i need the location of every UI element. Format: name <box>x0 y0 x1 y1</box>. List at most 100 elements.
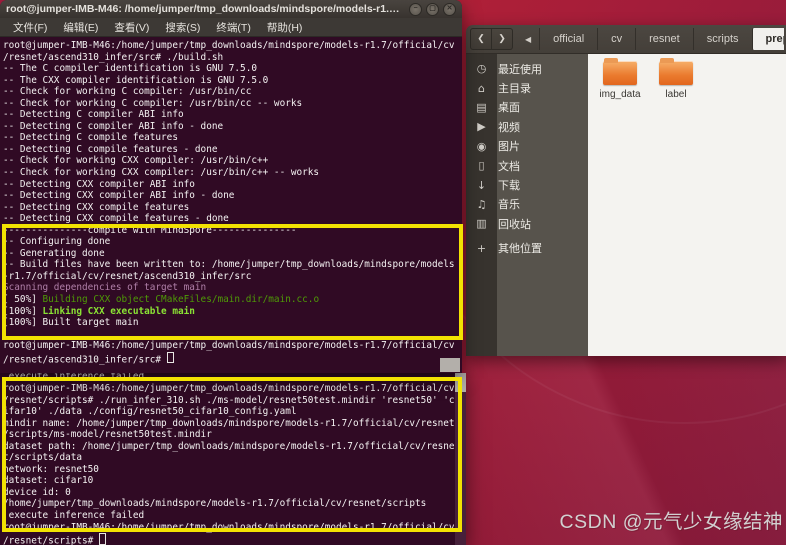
terminal-menubar: 文件(F) 编辑(E) 查看(V) 搜索(S) 终端(T) 帮助(H) <box>0 18 462 37</box>
sidebar-item-label: 文档 <box>498 160 520 173</box>
terminal-line: t/scripts/data <box>3 452 83 464</box>
maximize-button[interactable]: ▢ <box>426 2 439 16</box>
breadcrumb-item-resnet[interactable]: resnet <box>635 28 693 50</box>
sidebar-item-label: 回收站 <box>498 218 531 231</box>
scrollbar-thumb[interactable] <box>455 373 466 392</box>
breadcrumb-item-active[interactable]: preprocess_Result <box>751 28 784 50</box>
terminal-line: dataset: cifar10 <box>3 475 94 487</box>
terminal-line: root@jumper-IMB-M46:/home/jumper/tmp_dow… <box>3 40 455 51</box>
terminal-line: dataset path: /home/jumper/tmp_downloads… <box>3 440 455 452</box>
minimize-button[interactable]: − <box>409 2 422 16</box>
forward-button[interactable]: ❯ <box>492 28 513 50</box>
menu-item[interactable]: 终端(T) <box>209 19 257 36</box>
terminal-line: network: resnet50 <box>3 463 99 475</box>
terminal-line: /resnet/scripts# <box>3 533 455 545</box>
terminal-line: -- Build files have been written to: /ho… <box>3 259 455 271</box>
terminal-screen-bottom[interactable]: execute inference failed root@jumper-IMB-… <box>0 373 455 545</box>
terminal-line: Scanning dependencies of target main <box>3 282 207 294</box>
menu-item[interactable]: 搜索(S) <box>158 19 207 36</box>
videos-icon: ▶ <box>477 120 486 134</box>
sidebar-item-trash[interactable]: ▥ 回收站 <box>466 214 588 233</box>
terminal-line: root@jumper-IMB-M46:/home/jumper/tmp_dow… <box>3 521 455 533</box>
sidebar-item-other-locations[interactable]: + 其他位置 <box>466 239 588 258</box>
terminal-line: /home/jumper/tmp_downloads/mindspore/mod… <box>3 498 427 510</box>
sidebar-item-label: 视频 <box>498 121 520 134</box>
terminal-titlebar[interactable]: root@jumper-IMB-M46: /home/jumper/tmp_do… <box>0 0 462 18</box>
window-buttons: − ▢ ✕ <box>409 2 456 16</box>
menu-item[interactable]: 编辑(E) <box>56 19 105 36</box>
scrollbar-track[interactable] <box>455 373 466 545</box>
terminal-line: -- The C compiler identification is GNU … <box>3 63 257 75</box>
breadcrumb: officialcvresnetscriptspreprocess_Result <box>539 28 784 50</box>
sidebar-item-label: 主目录 <box>498 83 531 96</box>
terminal-line: -- Detecting CXX compile features - done <box>3 213 229 225</box>
terminal-line: [ 50%] Building CXX object CMakeFiles/ma… <box>3 294 320 306</box>
terminal-window-top[interactable]: root@jumper-IMB-M46: /home/jumper/tmp_do… <box>0 0 462 373</box>
terminal-line: -- Detecting CXX compiler ABI info - don… <box>3 190 235 202</box>
terminal-cursor <box>98 533 107 545</box>
breadcrumb-item-scripts[interactable]: scripts <box>692 28 752 50</box>
terminal-line: /resnet/ascend310_infer/src# <box>3 351 462 365</box>
pictures-icon: ◉ <box>476 139 487 153</box>
folder-icon <box>603 58 637 85</box>
recent-icon: ◷ <box>476 62 487 76</box>
sidebar-item-home[interactable]: ⌂ 主目录 <box>466 78 588 97</box>
sidebar-item-videos[interactable]: ▶ 视频 <box>466 117 588 136</box>
terminal-line: -- Detecting CXX compile features <box>3 201 190 213</box>
terminal-line: -- Detecting CXX compiler ABI info <box>3 178 195 190</box>
sidebar-item-desktop[interactable]: ▤ 桌面 <box>466 98 588 117</box>
breadcrumb-overflow-icon[interactable]: ◀ <box>525 35 531 44</box>
trash-icon: ▥ <box>476 217 487 231</box>
file-list-area[interactable]: img_data label <box>588 54 786 356</box>
folder-label[interactable]: label <box>648 58 704 100</box>
close-button[interactable]: ✕ <box>443 2 456 16</box>
sidebar-item-label: 音乐 <box>498 199 520 212</box>
terminal-window-bottom[interactable]: execute inference failed root@jumper-IMB-… <box>0 373 466 545</box>
scrollbar-thumb[interactable] <box>440 358 460 372</box>
terminal-line: /resnet/ascend310_infer/src# ./build.sh <box>3 51 224 63</box>
sidebar-item-label: 最近使用 <box>498 63 542 76</box>
terminal-cursor <box>166 351 175 364</box>
file-manager-toolbar: ❮ ❯ ◀ officialcvresnetscriptspreprocess_… <box>466 25 786 54</box>
menu-item[interactable]: 文件(F) <box>6 19 54 36</box>
documents-icon: ▯ <box>478 159 485 173</box>
sidebar-item-label: 桌面 <box>498 102 520 115</box>
folder-img_data[interactable]: img_data <box>592 58 648 100</box>
file-manager-sidebar: ◷ 最近使用 ⌂ 主目录 ▤ 桌面 ▶ 视频 ◉ 图片 ▯ 文档 ↓ 下载 ♫ 音乐 ▥ 回收站 + 其他位置 <box>466 54 588 356</box>
sidebar-item-pictures[interactable]: ◉ 图片 <box>466 137 588 156</box>
sidebar-item-label: 图片 <box>498 141 520 154</box>
terminal-line: -- Detecting C compiler ABI info <box>3 109 184 121</box>
terminal-line: [100%] Linking CXX executable main <box>3 305 195 317</box>
watermark: CSDN @元气少女缘结神 <box>559 511 783 533</box>
desktop: execute inference failed root@jumper-IMB-… <box>0 0 786 545</box>
terminal-line: /resnet/scripts# ./run_infer_310.sh ./ms… <box>3 394 455 406</box>
sidebar-item-downloads[interactable]: ↓ 下载 <box>466 175 588 194</box>
terminal-line: -- The CXX compiler identification is GN… <box>3 74 269 86</box>
terminal-line: [100%] Built target main <box>3 317 139 329</box>
terminal-line: execute inference failed <box>3 509 145 521</box>
terminal-line: /scripts/ms-model/resnet50test.mindir <box>3 429 212 441</box>
menu-item[interactable]: 查看(V) <box>107 19 156 36</box>
sidebar-item-music[interactable]: ♫ 音乐 <box>466 195 588 214</box>
file-manager-window[interactable]: ❮ ❯ ◀ officialcvresnetscriptspreprocess_… <box>466 25 786 356</box>
terminal-line: -- Detecting C compile features - done <box>3 143 218 155</box>
folder-icon <box>659 58 693 85</box>
terminal-screen-top[interactable]: root@jumper-IMB-M46:/home/jumper/tmp_dow… <box>0 37 462 365</box>
sidebar-item-recent[interactable]: ◷ 最近使用 <box>466 59 588 78</box>
other-locations-icon: + <box>476 241 487 255</box>
menu-item[interactable]: 帮助(H) <box>260 19 310 36</box>
terminal-line: ifar10' ./data ./config/resnet50_cifar10… <box>3 406 297 418</box>
file-manager-body: ◷ 最近使用 ⌂ 主目录 ▤ 桌面 ▶ 视频 ◉ 图片 ▯ 文档 ↓ 下载 ♫ 音乐 ▥ 回收站 + 其他位置 img… <box>466 54 786 356</box>
breadcrumb-item-cv[interactable]: cv <box>597 28 635 50</box>
sidebar-item-documents[interactable]: ▯ 文档 <box>466 156 588 175</box>
music-icon: ♫ <box>476 197 487 211</box>
downloads-icon: ↓ <box>476 178 487 192</box>
terminal-line: -- Check for working C compiler: /usr/bi… <box>3 86 252 98</box>
window-title: root@jumper-IMB-M46: /home/jumper/tmp_do… <box>6 3 403 15</box>
sidebar-item-label: 下载 <box>498 180 520 193</box>
terminal-line: -- Detecting C compile features <box>3 132 178 144</box>
breadcrumb-item-official[interactable]: official <box>539 28 597 50</box>
back-button[interactable]: ❮ <box>470 28 492 50</box>
terminal-line: root@jumper-IMB-M46:/home/jumper/tmp_dow… <box>3 382 455 394</box>
